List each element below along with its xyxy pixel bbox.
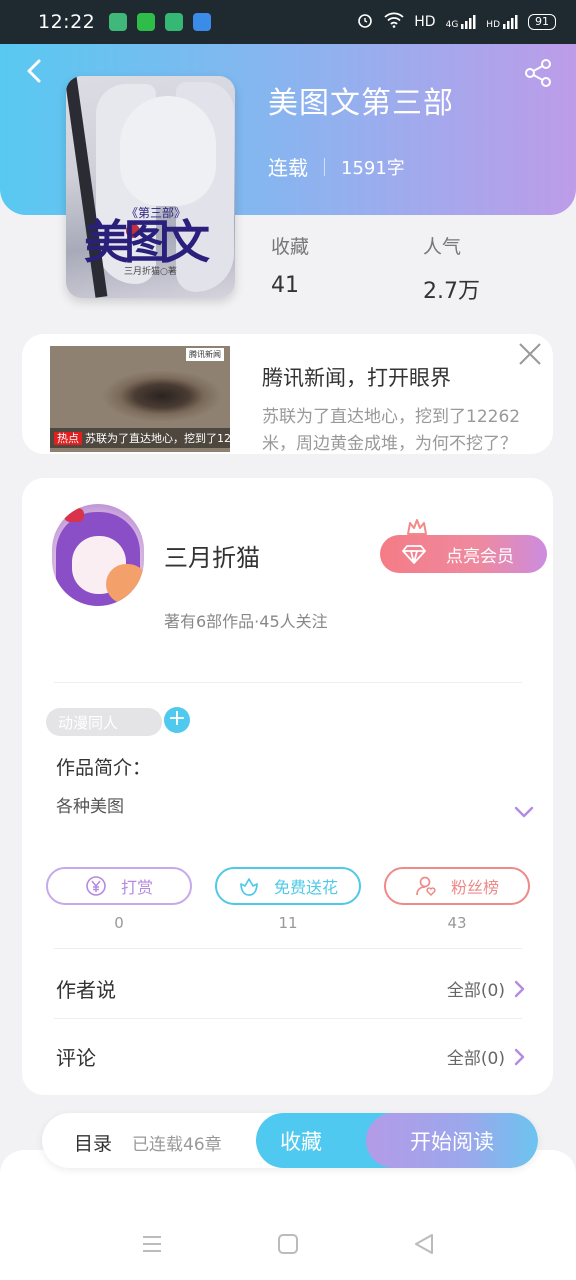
share-icon: [525, 59, 551, 87]
author-notes-all-label: 全部(0): [446, 981, 505, 1001]
start-reading-label: 开始阅读: [410, 1129, 494, 1154]
bottom-action-bar: 目录 已连载46章 收藏 开始阅读: [42, 1113, 538, 1168]
hd-label: HD: [414, 14, 436, 30]
comments-label: 评论: [56, 1046, 96, 1070]
stat-value: 2.7万: [423, 279, 480, 304]
reward-count: 0: [114, 914, 124, 932]
book-cover[interactable]: 《第三部》 美图文 三月折猫○著: [66, 76, 235, 298]
wifi-icon: [384, 12, 404, 32]
app-notification-icon: [137, 13, 156, 31]
stat-popularity: 人气 2.7万: [423, 232, 480, 305]
status-time: 12:22: [38, 11, 96, 33]
app-notification-icon: [165, 13, 184, 31]
divider: [54, 1018, 522, 1019]
start-reading-button[interactable]: 开始阅读: [366, 1113, 538, 1168]
chevron-right-icon: [514, 980, 525, 997]
author-name[interactable]: 三月折猫: [164, 538, 260, 573]
comments-row[interactable]: 评论 全部(0): [22, 1032, 553, 1082]
diamond-icon: [402, 544, 426, 564]
ad-title: 腾讯新闻，打开眼界: [262, 366, 451, 390]
cover-title-art: 美图文: [84, 215, 210, 269]
fan-count: 43: [447, 914, 467, 932]
fan-ranking-label: 粉丝榜: [450, 878, 499, 897]
add-tag-button[interactable]: +: [164, 707, 190, 733]
send-flower-button[interactable]: 免费送花: [215, 867, 361, 905]
ad-image-logo: 腾讯新闻: [186, 348, 224, 361]
table-of-contents-button[interactable]: 目录: [74, 1129, 112, 1156]
app-notification-icon: [109, 13, 128, 31]
ad-card[interactable]: 腾讯新闻 热点苏联为了直达地心，挖到了12262米 腾讯新闻，打开眼界 苏联为了…: [22, 334, 553, 454]
yen-coin-icon: [86, 876, 106, 896]
book-status-row: 连载 1591字: [268, 152, 405, 181]
ad-description: 苏联为了直达地心，挖到了12262米，周边黄金成堆，为何不挖了？: [262, 407, 521, 454]
author-notes-all[interactable]: 全部(0): [447, 976, 525, 1001]
chapter-count: 已连载46章: [132, 1135, 222, 1155]
ad-image[interactable]: 腾讯新闻 热点苏联为了直达地心，挖到了12262米: [50, 346, 230, 452]
chevron-right-icon: [514, 1048, 525, 1065]
back-arrow-icon: [27, 59, 41, 83]
comments-all[interactable]: 全部(0): [447, 1044, 525, 1069]
cover-author: 三月折猫○著: [124, 267, 177, 277]
battery-indicator: 91: [528, 14, 556, 30]
stat-favorites: 收藏 41: [271, 232, 309, 298]
crown-icon: [406, 518, 428, 536]
ad-close-button[interactable]: [518, 342, 542, 366]
book-title: 美图文第三部: [268, 86, 454, 121]
stat-label: 收藏: [271, 236, 310, 258]
app-notification-icon: [193, 13, 212, 31]
back-button[interactable]: [20, 56, 50, 86]
activate-membership-button[interactable]: 点亮会员: [380, 535, 547, 573]
signal-icon: 4G: [446, 14, 477, 30]
back-nav-icon[interactable]: [412, 1232, 436, 1256]
stat-value: 41: [271, 273, 299, 298]
send-flower-label: 免费送花: [273, 878, 338, 897]
word-count: 1591字: [341, 157, 405, 179]
share-button[interactable]: [522, 58, 554, 88]
serial-status: 连载: [268, 156, 308, 180]
comments-all-label: 全部(0): [446, 1049, 505, 1069]
ad-image-caption-text: 苏联为了直达地心，挖到了12262米: [85, 432, 230, 445]
category-tag[interactable]: 动漫同人: [46, 708, 162, 736]
flower-count: 11: [278, 914, 298, 932]
close-icon: [519, 343, 541, 365]
book-detail-card: 三月折猫 点亮会员 著有6部作品·45人关注 动漫同人 + 作品简介： 各种美图…: [22, 478, 553, 1095]
divider: [324, 157, 325, 176]
reward-button[interactable]: 打赏: [46, 867, 192, 905]
divider: [54, 948, 522, 949]
reward-label: 打赏: [120, 878, 153, 897]
collect-label: 收藏: [280, 1129, 322, 1154]
stat-label: 人气: [423, 236, 462, 258]
expand-chevron-icon[interactable]: [514, 804, 534, 818]
author-notes-label: 作者说: [56, 978, 116, 1002]
signal-label: HD: [486, 20, 500, 30]
home-icon[interactable]: [276, 1232, 300, 1256]
member-button-label: 点亮会员: [446, 546, 514, 567]
ad-image-caption: 热点苏联为了直达地心，挖到了12262米: [50, 428, 230, 448]
fan-ranking-button[interactable]: 粉丝榜: [384, 867, 530, 905]
hot-badge: 热点: [54, 432, 82, 445]
fan-user-icon: [416, 876, 436, 897]
signal-icon: HD: [486, 14, 518, 30]
alarm-icon: [356, 11, 374, 33]
status-bar: 12:22 HD 4G HD 91: [0, 0, 576, 44]
intro-text: 各种美图: [56, 797, 124, 817]
divider: [54, 682, 522, 683]
signal-label: 4G: [445, 20, 459, 30]
menu-icon[interactable]: [140, 1232, 164, 1256]
author-avatar[interactable]: [52, 504, 144, 606]
flower-icon: [240, 878, 258, 896]
author-meta: 著有6部作品·45人关注: [164, 612, 328, 631]
intro-label: 作品简介：: [56, 757, 152, 779]
author-notes-row[interactable]: 作者说 全部(0): [22, 964, 553, 1014]
